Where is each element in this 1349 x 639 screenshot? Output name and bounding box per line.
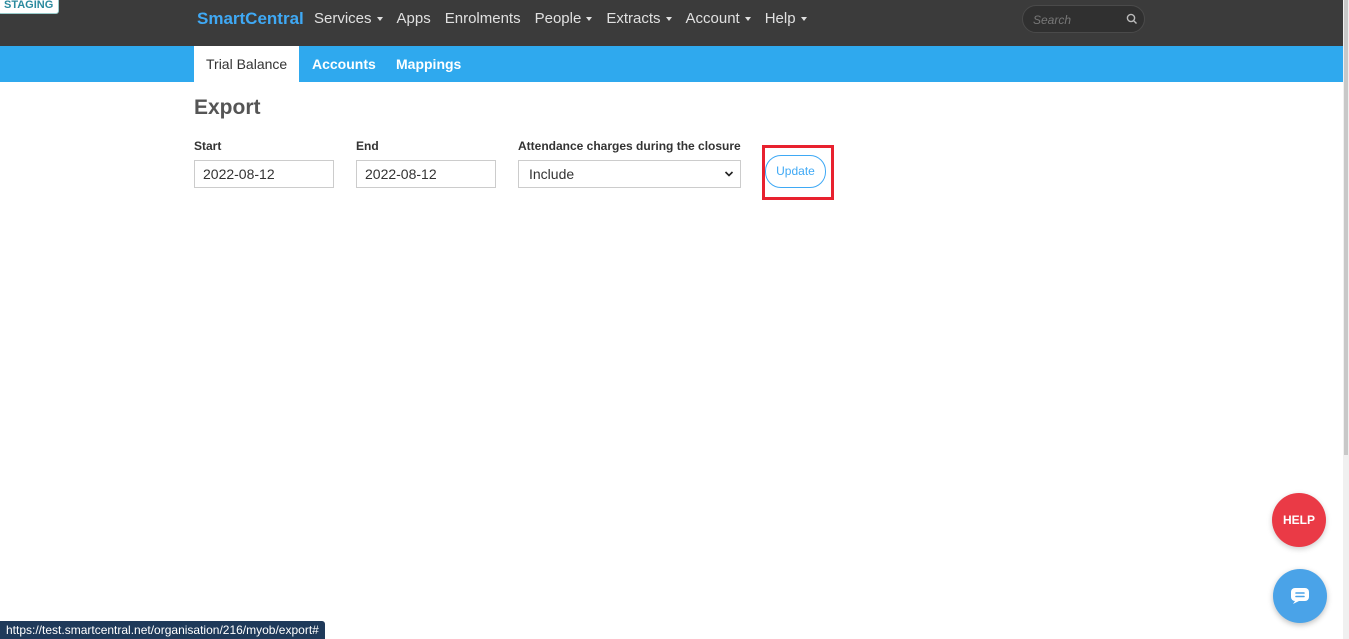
nav-help[interactable]: Help <box>765 9 807 29</box>
nav-apps[interactable]: Apps <box>397 9 431 29</box>
nav-people-label: People <box>534 10 582 27</box>
status-url: https://test.smartcentral.net/organisati… <box>0 621 325 639</box>
chat-icon <box>1291 588 1309 604</box>
attendance-selected-value: Include <box>529 166 575 182</box>
nav-enrolments-label: Enrolments <box>444 10 521 27</box>
start-date-input[interactable] <box>194 160 334 188</box>
caret-down-icon <box>376 17 383 21</box>
search-input[interactable] <box>1033 11 1121 28</box>
nav-account[interactable]: Account <box>686 9 751 29</box>
nav-people[interactable]: People <box>535 9 593 29</box>
end-label: End <box>356 139 379 153</box>
nav-apps-label: Apps <box>396 10 431 27</box>
caret-down-icon <box>800 17 807 21</box>
scrollbar-thumb[interactable] <box>1344 0 1348 455</box>
attendance-label: Attendance charges during the closure <box>518 139 741 153</box>
tab-mappings[interactable]: Mappings <box>396 46 461 82</box>
nav-extracts[interactable]: Extracts <box>606 9 672 29</box>
attendance-select[interactable]: Include <box>518 160 741 188</box>
caret-down-icon <box>586 17 593 21</box>
tab-accounts[interactable]: Accounts <box>312 46 376 82</box>
top-navbar: SmartCentral Services Apps Enrolments Pe… <box>0 0 1343 46</box>
vertical-scrollbar[interactable] <box>1343 0 1349 639</box>
nav-account-label: Account <box>685 10 740 27</box>
search-icon[interactable] <box>1125 12 1139 26</box>
nav-enrolments[interactable]: Enrolments <box>445 9 521 29</box>
brand-logo[interactable]: SmartCentral <box>197 9 304 29</box>
nav-services-label: Services <box>314 10 372 27</box>
search-box <box>1022 5 1145 33</box>
page-title: Export <box>194 96 261 119</box>
sub-navbar: Trial Balance Accounts Mappings <box>0 46 1343 82</box>
nav-services[interactable]: Services <box>314 9 383 29</box>
start-label: Start <box>194 139 222 153</box>
nav-extracts-label: Extracts <box>606 10 661 27</box>
staging-badge: STAGING <box>0 0 60 14</box>
tab-trial-balance[interactable]: Trial Balance <box>194 46 300 82</box>
help-button[interactable]: HELP <box>1272 493 1326 547</box>
nav-help-label: Help <box>764 10 796 27</box>
chevron-down-icon <box>724 171 734 177</box>
page: SmartCentral Services Apps Enrolments Pe… <box>0 0 1349 639</box>
caret-down-icon <box>744 17 751 21</box>
main-nav: Services Apps Enrolments People Extracts… <box>314 9 821 29</box>
caret-down-icon <box>665 17 672 21</box>
end-date-input[interactable] <box>356 160 496 188</box>
update-button[interactable]: Update <box>765 155 826 188</box>
chat-button[interactable] <box>1273 569 1327 623</box>
